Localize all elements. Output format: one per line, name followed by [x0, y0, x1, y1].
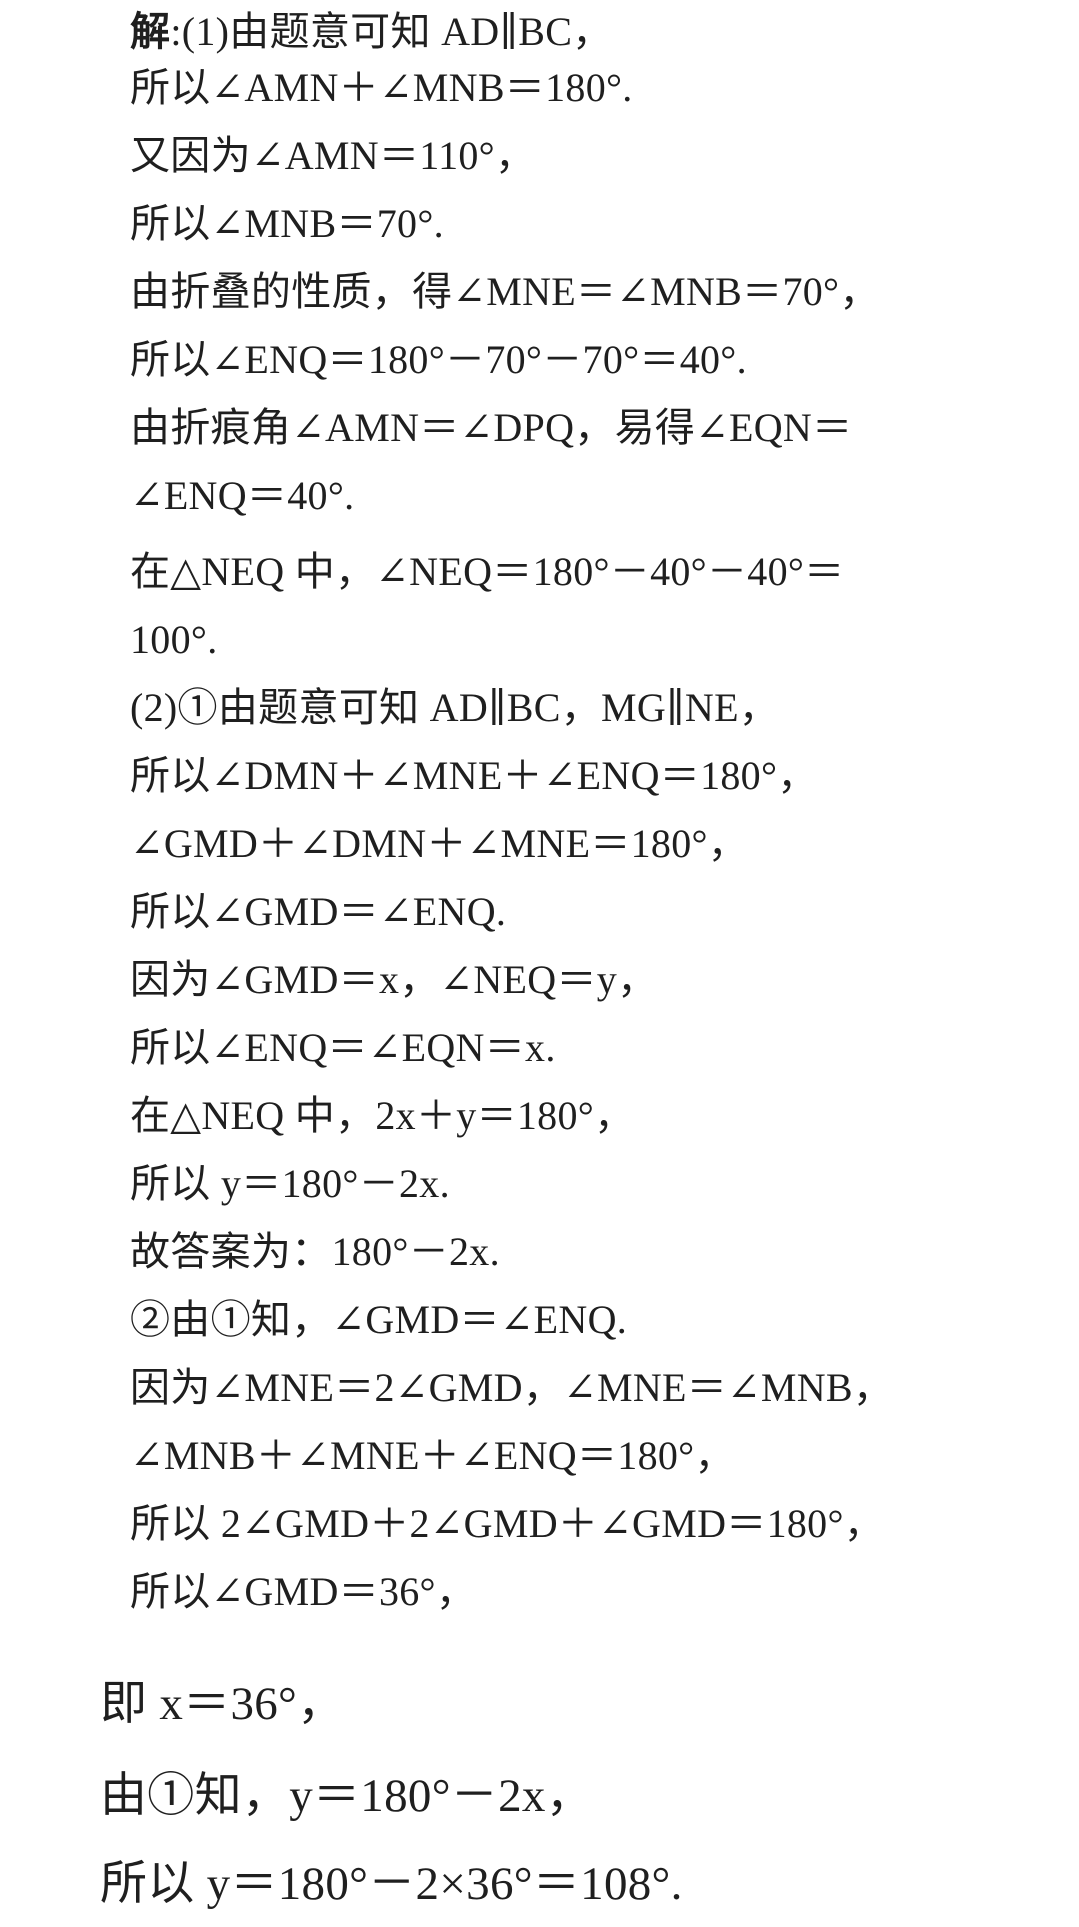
solution-line-2: 所以∠AMN＋∠MNB＝180°.: [130, 65, 633, 110]
solution-line-23: 所以 2∠GMD＋2∠GMD＋∠GMD＝180°，: [130, 1501, 885, 1546]
solution-line-27: 所以 y＝180°－2×36°＝108°.: [100, 1858, 683, 1910]
solution-line-13: ∠GMD＋∠DMN＋∠MNE＝180°，: [130, 821, 749, 866]
solution-line-1-text: :(1)由题意可知 AD∥BC，: [170, 9, 613, 54]
solution-line-4: 所以∠MNB＝70°.: [130, 201, 444, 246]
solution-label: 解: [130, 9, 171, 54]
solution-line-22: ∠MNB＋∠MNE＋∠ENQ＝180°，: [130, 1433, 735, 1478]
solution-line-9: 在△NEQ 中，∠NEQ＝180°－40°－40°＝: [130, 549, 845, 594]
solution-line-10: 100°.: [130, 617, 218, 662]
solution-line-21: 因为∠MNE＝2∠GMD，∠MNE＝∠MNB，: [130, 1365, 894, 1410]
solution-line-25: 即 x＝36°，: [100, 1678, 345, 1730]
solution-line-15: 因为∠GMD＝x，∠NEQ＝y，: [130, 957, 658, 1002]
solution-line-12: 所以∠DMN＋∠MNE＋∠ENQ＝180°，: [130, 753, 818, 798]
solution-page: 解:(1)由题意可知 AD∥BC， 所以∠AMN＋∠MNB＝180°. 又因为∠…: [0, 0, 1079, 1927]
solution-line-16: 所以∠ENQ＝∠EQN＝x.: [130, 1025, 556, 1070]
solution-line-6: 所以∠ENQ＝180°－70°－70°＝40°.: [130, 337, 747, 382]
solution-line-5: 由折叠的性质，得∠MNE＝∠MNB＝70°，: [130, 269, 880, 314]
solution-line-3: 又因为∠AMN＝110°，: [130, 133, 536, 178]
solution-line-1: 解:(1)由题意可知 AD∥BC，: [130, 8, 612, 56]
solution-line-17: 在△NEQ 中，2x＋y＝180°，: [130, 1093, 635, 1138]
solution-line-24: 所以∠GMD＝36°，: [130, 1569, 477, 1614]
solution-line-18: 所以 y＝180°－2x.: [130, 1161, 450, 1206]
solution-line-26: 由①知，y＝180°－2x，: [100, 1770, 593, 1822]
solution-line-20: ②由①知，∠GMD＝∠ENQ.: [130, 1297, 628, 1342]
solution-line-19: 故答案为：180°－2x.: [130, 1229, 500, 1274]
solution-line-8: ∠ENQ＝40°.: [130, 473, 355, 518]
solution-line-7: 由折痕角∠AMN＝∠DPQ，易得∠EQN＝: [130, 405, 853, 450]
solution-line-14: 所以∠GMD＝∠ENQ.: [130, 889, 507, 934]
solution-line-11: (2)①由题意可知 AD∥BC，MG∥NE，: [130, 685, 780, 730]
